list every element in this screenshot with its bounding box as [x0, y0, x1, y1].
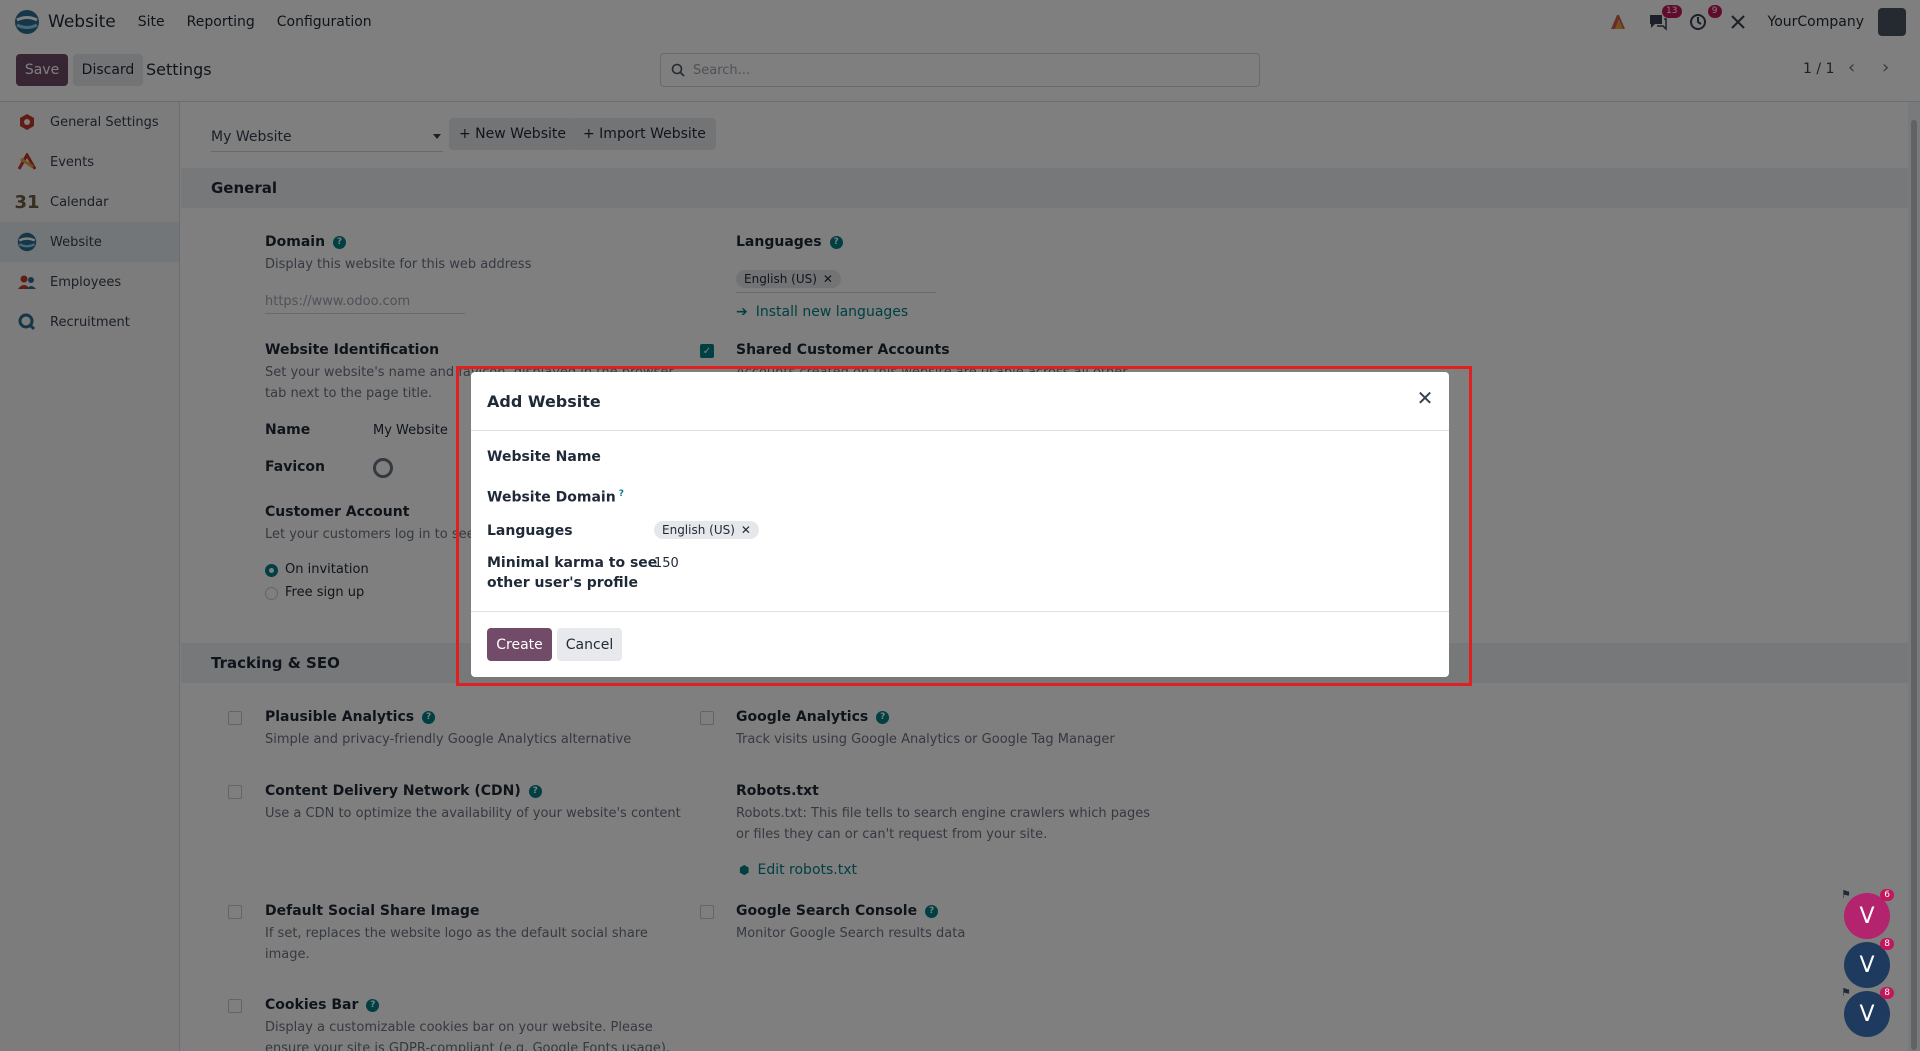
website-domain-input[interactable] — [654, 482, 1434, 506]
karma-label: Minimal karma to see other user's profil… — [487, 553, 657, 593]
flag-icon: ⚑ — [1841, 986, 1851, 999]
chat-bubble-count: 8 — [1880, 987, 1894, 999]
language-tag-label: English (US) — [662, 523, 735, 537]
chat-bubble[interactable]: V 6 — [1844, 889, 1894, 939]
chat-bubble-count: 8 — [1880, 938, 1894, 950]
karma-input[interactable]: 150 — [654, 556, 679, 571]
remove-tag-icon[interactable]: ✕ — [741, 523, 751, 537]
dialog-header: Add Website ✕ — [471, 372, 1449, 431]
modal-languages-input[interactable]: English (US) ✕ — [654, 521, 759, 539]
website-name-input[interactable] — [654, 444, 1434, 468]
chat-bubble[interactable]: V 8 — [1844, 938, 1894, 988]
website-name-label: Website Name — [487, 449, 601, 465]
chat-bubble-count: 6 — [1880, 889, 1894, 901]
chat-bubble-letter: V — [1859, 952, 1875, 978]
domain-help-icon[interactable]: ? — [619, 489, 624, 499]
website-domain-label: Website Domain? — [487, 484, 624, 508]
close-icon[interactable]: ✕ — [1415, 386, 1435, 410]
chat-bubble[interactable]: V 8 — [1844, 987, 1894, 1037]
dialog-footer: Create Cancel — [471, 611, 1449, 677]
language-tag: English (US) ✕ — [654, 521, 759, 539]
karma-label-line-1: Minimal karma to see — [487, 555, 658, 571]
chat-bubble-letter: V — [1859, 1001, 1875, 1027]
create-button[interactable]: Create — [487, 628, 552, 661]
cancel-button[interactable]: Cancel — [557, 628, 622, 661]
flag-icon: ⚑ — [1841, 888, 1851, 901]
website-domain-label-text: Website Domain — [487, 489, 616, 506]
chat-bubble-letter: V — [1859, 903, 1875, 929]
add-website-dialog: Add Website ✕ Website Name Website Domai… — [471, 372, 1449, 677]
karma-label-line-2: other user's profile — [487, 575, 638, 591]
modal-languages-label: Languages — [487, 523, 573, 539]
dialog-title: Add Website — [487, 392, 601, 411]
